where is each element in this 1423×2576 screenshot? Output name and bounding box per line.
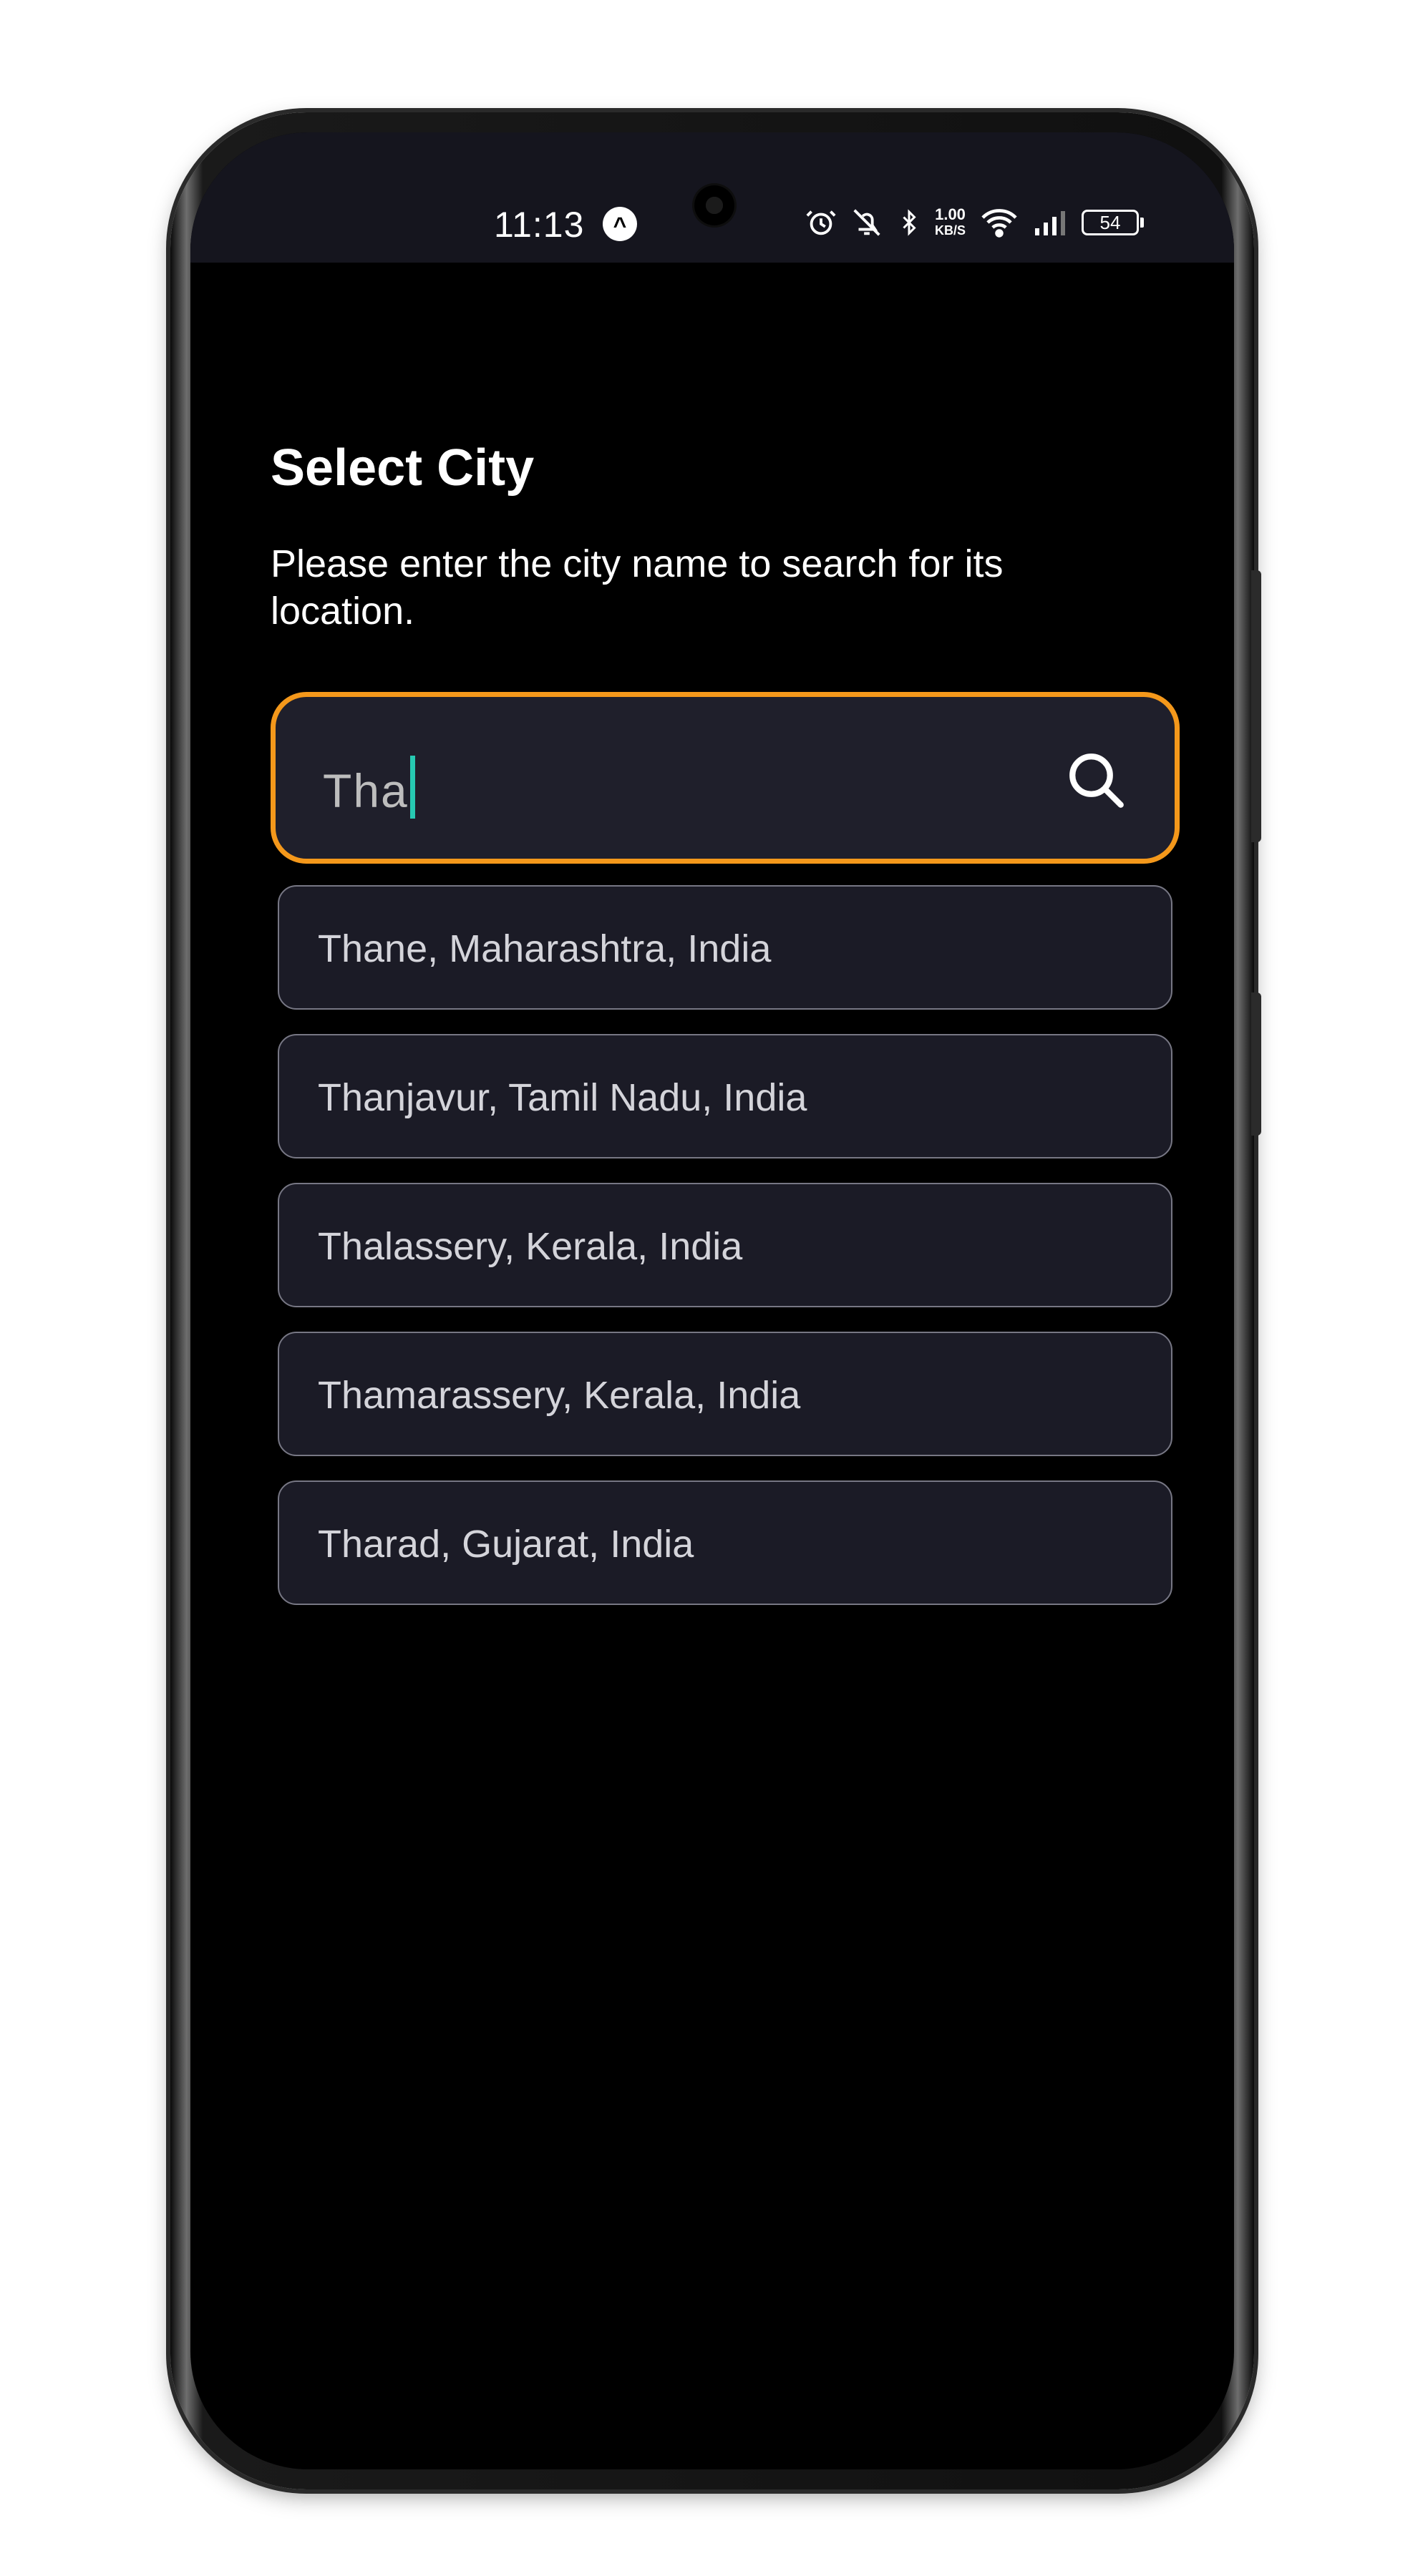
search-result-label: Thane, Maharashtra, India (318, 927, 772, 970)
battery-icon: 54 (1082, 210, 1145, 235)
text-caret (409, 756, 415, 819)
power-button (1251, 992, 1261, 1136)
mute-icon (850, 206, 883, 239)
volume-button (1251, 570, 1261, 842)
search-result-item[interactable]: Tharad, Gujarat, India (278, 1480, 1172, 1605)
page-title: Select City (271, 439, 535, 497)
speed-value: 1.00 (935, 205, 966, 223)
battery-level: 54 (1082, 210, 1140, 235)
search-result-label: Thanjavur, Tamil Nadu, India (318, 1076, 807, 1119)
search-result-item[interactable]: Thalassery, Kerala, India (278, 1183, 1172, 1307)
status-icons: 1.00 KB/S 54 (805, 201, 1145, 244)
search-result-label: Thalassery, Kerala, India (318, 1225, 743, 1268)
alarm-icon (805, 206, 837, 239)
front-camera (694, 185, 734, 225)
search-result-item[interactable]: Thanjavur, Tamil Nadu, India (278, 1034, 1172, 1158)
city-select-page: Select City Please enter the city name t… (190, 263, 1234, 2469)
search-input[interactable]: Tha (271, 692, 1180, 864)
bluetooth-icon (896, 206, 922, 239)
navigation-app-icon: ^ (603, 207, 637, 241)
phone-frame: 11:13 ^ 1.00 KB/S 54 Select City Please … (170, 112, 1261, 2489)
search-result-label: Thamarassery, Kerala, India (318, 1374, 801, 1417)
search-result-item[interactable]: Thane, Maharashtra, India (278, 885, 1172, 1010)
signal-icon (1033, 208, 1069, 237)
search-icon[interactable] (1064, 748, 1129, 813)
wifi-icon (978, 206, 1020, 239)
network-speed: 1.00 KB/S (935, 207, 966, 238)
speed-unit: KB/S (935, 223, 966, 238)
search-results: Thane, Maharashtra, India Thanjavur, Tam… (278, 885, 1172, 1629)
page-subtitle: Please enter the city name to search for… (271, 542, 1004, 633)
search-result-label: Tharad, Gujarat, India (318, 1523, 694, 1566)
status-bar: 11:13 ^ 1.00 KB/S 54 (190, 132, 1234, 263)
search-result-item[interactable]: Thamarassery, Kerala, India (278, 1332, 1172, 1456)
screen: 11:13 ^ 1.00 KB/S 54 Select City Please … (190, 132, 1234, 2469)
status-time: 11:13 (494, 205, 585, 245)
search-value: Tha (323, 764, 409, 817)
